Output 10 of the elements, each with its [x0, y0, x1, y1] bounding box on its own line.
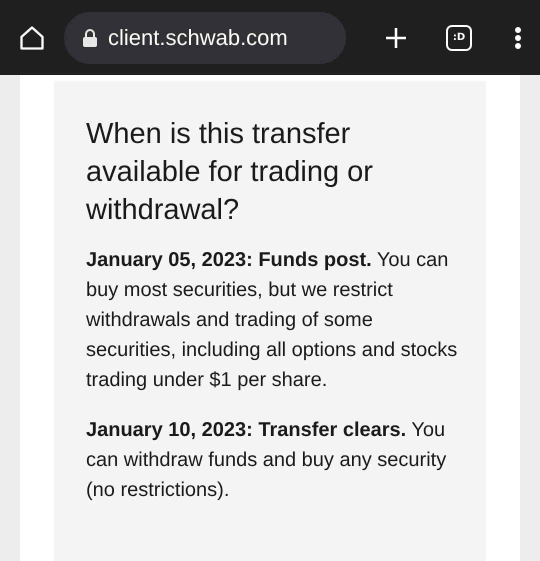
- plus-icon[interactable]: [384, 26, 408, 50]
- url-text: client.schwab.com: [108, 24, 288, 52]
- address-bar[interactable]: client.schwab.com: [64, 12, 346, 64]
- menu-icon[interactable]: [514, 26, 522, 50]
- home-icon[interactable]: [18, 24, 46, 52]
- info-paragraph: January 10, 2023: Transfer clears. You can withdraw funds and buy any security (no restrictions).: [86, 418, 448, 503]
- card-heading: When is this transfer available for trading or withdrawal?: [86, 117, 374, 228]
- lock-icon: [82, 28, 98, 46]
- info-paragraph: January 05, 2023: Funds post. You can buy most securities, but we restrict withdrawals and trading of some securities, including all options and stocks trading under $1 per share.: [86, 248, 458, 393]
- tab-switcher-button[interactable]: :D: [446, 24, 472, 50]
